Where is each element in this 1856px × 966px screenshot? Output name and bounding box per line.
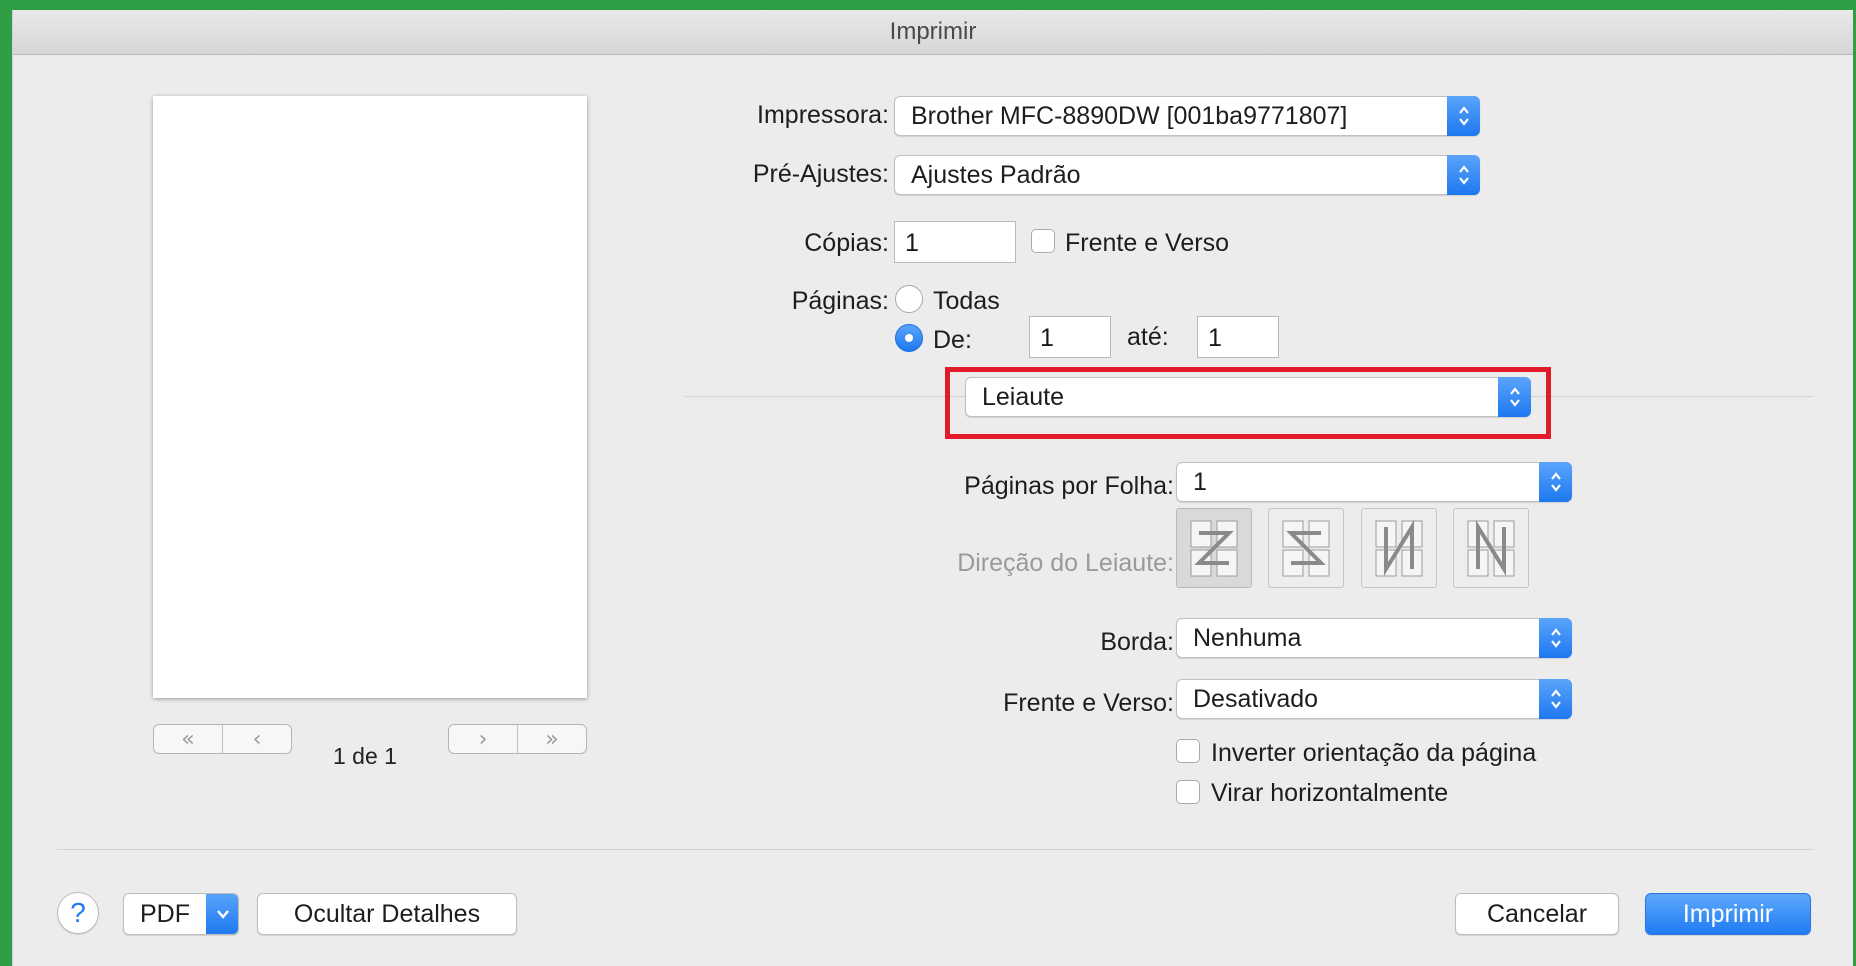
flip-horizontal-label: Virar horizontalmente	[1211, 779, 1449, 807]
printer-select[interactable]: Brother MFC-8890DW [001ba9771807]	[894, 96, 1480, 136]
help-button[interactable]: ?	[57, 892, 99, 934]
pdf-label: PDF	[140, 900, 190, 928]
hide-details-button[interactable]: Ocultar Detalhes	[257, 893, 517, 935]
question-icon: ?	[70, 897, 86, 928]
presets-select[interactable]: Ajustes Padrão	[894, 155, 1480, 195]
direction-n-icon	[1467, 519, 1515, 577]
pages-to-label: até:	[1127, 323, 1169, 351]
printer-label: Impressora:	[757, 101, 889, 129]
pages-from-label: De:	[933, 326, 972, 354]
direction-n-button[interactable]	[1453, 508, 1529, 588]
layout-direction-label: Direção do Leiaute:	[957, 549, 1174, 577]
double-chevron-right-icon: »	[545, 726, 559, 752]
page-preview	[153, 96, 587, 698]
updown-arrows-icon	[1539, 618, 1572, 658]
copies-label: Cópias:	[804, 229, 889, 257]
last-page-button[interactable]: »	[517, 725, 586, 753]
chevron-down-icon	[206, 894, 238, 934]
next-page-button[interactable]: ›	[449, 725, 517, 753]
first-page-button[interactable]: «	[154, 725, 222, 753]
print-button[interactable]: Imprimir	[1645, 893, 1811, 935]
two-sided-label: Frente e Verso:	[1003, 689, 1174, 717]
pages-all-radio[interactable]	[895, 285, 923, 313]
section-value: Leiaute	[982, 383, 1065, 411]
updown-arrows-icon	[1539, 462, 1572, 502]
reverse-orientation-label: Inverter orientação da página	[1211, 739, 1537, 767]
pages-per-sheet-select[interactable]: 1	[1176, 462, 1572, 502]
pages-per-sheet-value: 1	[1193, 468, 1207, 496]
chevron-right-icon: ›	[478, 726, 488, 752]
pages-from-input[interactable]: 1	[1029, 316, 1111, 358]
direction-z-icon	[1190, 520, 1238, 577]
updown-arrows-icon	[1447, 155, 1480, 195]
print-dialog: Imprimir « ‹ 1 de 1 › » Impressora: Brot…	[12, 10, 1853, 966]
pdf-menu-button[interactable]: PDF	[123, 893, 239, 935]
printer-value: Brother MFC-8890DW [001ba9771807]	[911, 102, 1348, 130]
pager-forward-group: › »	[448, 724, 587, 754]
flip-horizontal-checkbox[interactable]	[1176, 780, 1200, 804]
direction-n-reverse-button[interactable]	[1361, 508, 1437, 588]
direction-s-icon	[1282, 520, 1330, 577]
pages-label: Páginas:	[791, 287, 889, 315]
direction-n-reverse-icon	[1375, 519, 1423, 577]
reverse-orientation-checkbox[interactable]	[1176, 739, 1200, 763]
two-sided-value: Desativado	[1193, 685, 1319, 713]
pages-all-label: Todas	[933, 287, 1000, 315]
duplex-checkbox[interactable]	[1031, 229, 1055, 253]
two-sided-select[interactable]: Desativado	[1176, 679, 1572, 719]
presets-value: Ajustes Padrão	[911, 161, 1081, 189]
pages-to-input[interactable]: 1	[1197, 316, 1279, 358]
footer-separator	[57, 849, 1813, 850]
duplex-label: Frente e Verso	[1065, 229, 1229, 257]
border-value: Nenhuma	[1193, 624, 1302, 652]
updown-arrows-icon	[1539, 679, 1572, 719]
copies-input[interactable]: 1	[894, 221, 1016, 263]
cancel-button[interactable]: Cancelar	[1455, 893, 1619, 935]
pager-back-group: « ‹	[153, 724, 292, 754]
border-select[interactable]: Nenhuma	[1176, 618, 1572, 658]
updown-arrows-icon	[1447, 96, 1480, 136]
direction-z-button[interactable]	[1176, 508, 1252, 588]
window-title: Imprimir	[13, 10, 1853, 55]
presets-label: Pré-Ajustes:	[752, 160, 889, 188]
chevron-left-icon: ‹	[252, 726, 262, 752]
previous-page-button[interactable]: ‹	[222, 725, 291, 753]
page-count: 1 de 1	[333, 743, 397, 769]
border-label: Borda:	[1100, 628, 1174, 656]
direction-s-button[interactable]	[1268, 508, 1344, 588]
double-chevron-left-icon: «	[181, 726, 195, 752]
pages-from-radio[interactable]	[895, 324, 923, 352]
section-select[interactable]: Leiaute	[965, 377, 1531, 417]
pages-per-sheet-label: Páginas por Folha:	[964, 472, 1174, 500]
updown-arrows-icon	[1498, 377, 1531, 417]
